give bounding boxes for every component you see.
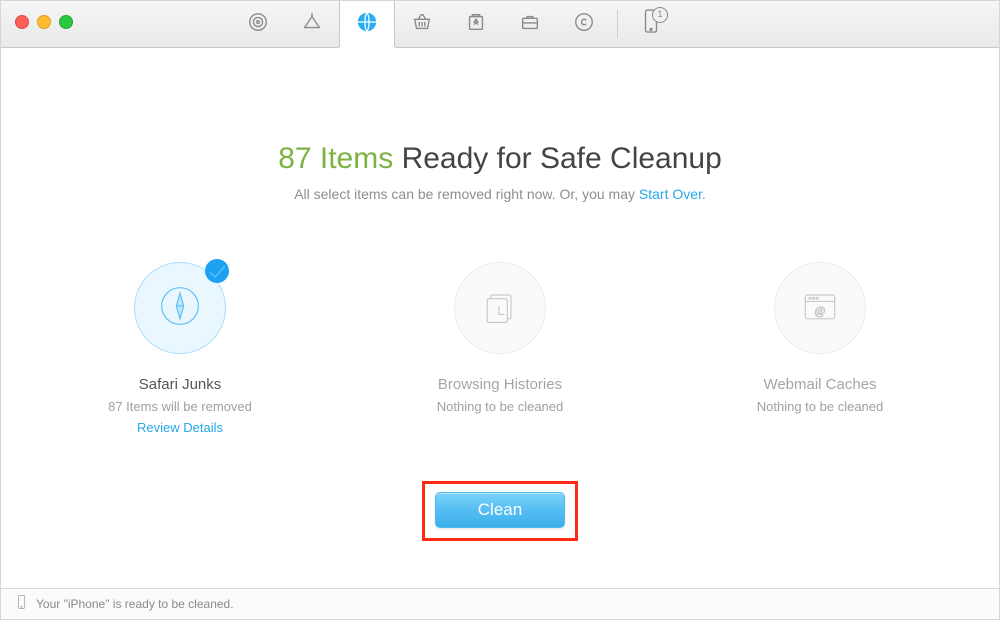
- device-button[interactable]: 1: [624, 1, 678, 47]
- tab-toolbox[interactable]: [503, 1, 557, 47]
- svg-text:L: L: [497, 303, 504, 318]
- tab-broom[interactable]: [285, 1, 339, 47]
- toolbar-tabs: 1: [231, 1, 678, 47]
- briefcase-icon: [519, 11, 541, 38]
- card-icon-circle: L: [454, 262, 546, 354]
- card-webmail-caches[interactable]: @ Webmail Caches Nothing to be cleaned: [730, 262, 910, 435]
- review-details-link[interactable]: Review Details: [90, 420, 270, 435]
- basket-icon: [411, 11, 433, 38]
- card-safari-junks[interactable]: Safari Junks 87 Items will be removed Re…: [90, 262, 270, 435]
- minimize-window-button[interactable]: [37, 15, 51, 29]
- window-controls: [15, 15, 73, 29]
- card-title: Browsing Histories: [410, 376, 590, 393]
- card-sub: Nothing to be cleaned: [730, 399, 910, 414]
- status-text: Your "iPhone" is ready to be cleaned.: [36, 597, 234, 611]
- tab-target[interactable]: [231, 1, 285, 47]
- titlebar: 1: [1, 1, 999, 48]
- status-bar: Your "iPhone" is ready to be cleaned.: [1, 588, 999, 619]
- history-icon: L: [478, 284, 522, 333]
- card-sub: Nothing to be cleaned: [410, 399, 590, 414]
- recycle-icon: [465, 11, 487, 38]
- check-badge-icon: [205, 259, 229, 283]
- card-title: Webmail Caches: [730, 376, 910, 393]
- tab-recycle[interactable]: [449, 1, 503, 47]
- device-badge: 1: [652, 7, 668, 23]
- phone-icon: [15, 594, 28, 614]
- webmail-icon: @: [798, 284, 842, 333]
- maximize-window-button[interactable]: [59, 15, 73, 29]
- card-icon-circle: @: [774, 262, 866, 354]
- card-icon-circle: [134, 262, 226, 354]
- category-cards: Safari Junks 87 Items will be removed Re…: [1, 262, 999, 435]
- card-sub: 87 Items will be removed: [90, 399, 270, 414]
- clean-button-highlight: Clean: [422, 481, 578, 541]
- broom-icon: [301, 11, 323, 38]
- tab-basket[interactable]: [395, 1, 449, 47]
- title-rest: Ready for Safe Cleanup: [393, 142, 722, 175]
- close-window-button[interactable]: [15, 15, 29, 29]
- compass-icon: [158, 284, 202, 333]
- card-browsing-histories[interactable]: L Browsing Histories Nothing to be clean…: [410, 262, 590, 435]
- subtitle-before: All select items can be removed right no…: [294, 186, 639, 202]
- target-icon: [247, 11, 269, 38]
- page-subtitle: All select items can be removed right no…: [1, 186, 999, 202]
- subtitle-after: .: [702, 186, 706, 202]
- toolbar-separator: [617, 10, 618, 38]
- app-window: 1 87 Items Ready for Safe Cleanup All se…: [0, 0, 1000, 620]
- tab-copyright[interactable]: [557, 1, 611, 47]
- globe-icon: [356, 11, 378, 38]
- copyright-icon: [573, 11, 595, 38]
- svg-text:@: @: [815, 303, 826, 317]
- item-count: 87 Items: [278, 142, 393, 175]
- start-over-link[interactable]: Start Over: [639, 186, 702, 202]
- page-title: 87 Items Ready for Safe Cleanup: [1, 142, 999, 176]
- card-title: Safari Junks: [90, 376, 270, 393]
- tab-internet[interactable]: [339, 1, 395, 47]
- clean-button[interactable]: Clean: [435, 492, 565, 528]
- main-content: 87 Items Ready for Safe Cleanup All sele…: [1, 47, 999, 589]
